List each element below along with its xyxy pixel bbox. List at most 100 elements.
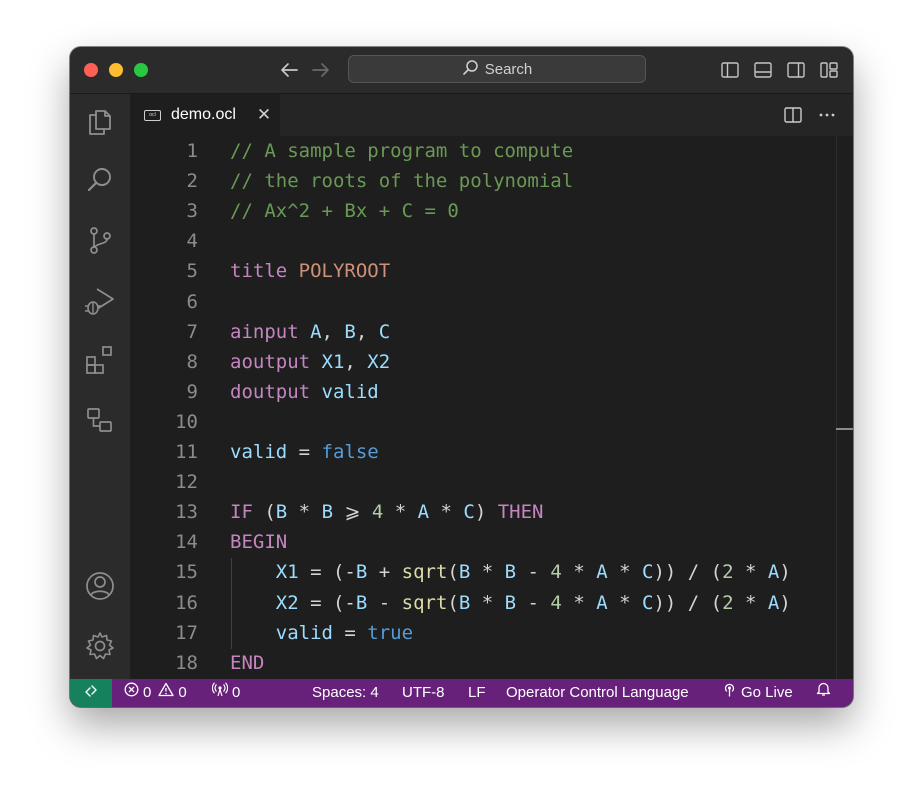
code-token: * <box>287 501 322 524</box>
warning-count: 0 <box>178 684 187 701</box>
code-token: X1 <box>275 561 299 584</box>
code-line[interactable]: 5 title POLYROOT <box>130 256 830 286</box>
close-window-button[interactable] <box>84 63 98 77</box>
extensions-icon[interactable] <box>84 344 116 376</box>
explorer-icon[interactable] <box>84 104 116 136</box>
code-line[interactable]: 12 <box>130 467 830 497</box>
code-line[interactable]: 15 X1 = (-B + sqrt(B * B - 4 * A * C)) /… <box>130 557 830 587</box>
scrollbar-thumb[interactable] <box>836 428 853 430</box>
code-token: END <box>230 651 265 674</box>
title-bar: Search <box>70 47 853 94</box>
line-number: 11 <box>175 441 198 463</box>
code-line[interactable]: 4 <box>130 226 830 256</box>
status-bar: 0 0 0 Spaces: 4 UTF-8 LF Operator Contro… <box>70 679 853 707</box>
remote-explorer-icon[interactable] <box>84 404 116 436</box>
gear-icon[interactable] <box>84 630 116 662</box>
line-text: doutput valid <box>230 377 379 407</box>
account-icon[interactable] <box>84 570 116 602</box>
line-number: 8 <box>186 350 198 373</box>
line-text: valid = true <box>230 618 413 648</box>
line-text: IF (B * B ⩾ 4 * A * C) THEN <box>230 497 544 527</box>
toggle-secondary-sidebar-icon[interactable] <box>786 60 806 80</box>
code-token: - <box>516 591 551 614</box>
vertical-scrollbar[interactable] <box>836 136 837 679</box>
search-label: Search <box>484 60 533 78</box>
language-mode-indicator[interactable]: Operator Control Language <box>506 679 689 707</box>
code-token: BEGIN <box>230 531 288 554</box>
code-line[interactable]: 2 // the roots of the polynomial <box>130 166 830 196</box>
toggle-panel-icon[interactable] <box>753 60 773 80</box>
tab-demo-ocl[interactable]: ocl demo.ocl ✕ <box>130 94 280 136</box>
line-number: 17 <box>175 621 198 644</box>
source-control-icon[interactable] <box>84 224 116 256</box>
more-icon[interactable] <box>817 105 837 130</box>
code-line[interactable]: 8 aoutput X1, X2 <box>130 347 830 377</box>
command-center-search[interactable]: Search <box>348 55 646 83</box>
code-token: , <box>321 320 345 343</box>
forward-arrow-icon[interactable] <box>310 60 332 80</box>
code-line[interactable]: 1 // A sample program to compute <box>130 136 830 166</box>
back-arrow-icon[interactable] <box>278 60 300 80</box>
error-count: 0 <box>143 684 152 701</box>
indentation-indicator[interactable]: Spaces: 4 <box>312 679 379 707</box>
line-number: 2 <box>186 170 198 193</box>
code-token: ( <box>264 501 276 524</box>
code-token: 2 <box>722 561 734 584</box>
line-number: 4 <box>186 230 198 253</box>
line-text: aoutput X1, X2 <box>230 347 390 377</box>
code-token: ainput <box>230 320 311 343</box>
line-number: 12 <box>175 471 198 494</box>
code-editor[interactable]: 1 // A sample program to compute 2 // the r… <box>130 136 853 679</box>
code-token: ) <box>779 591 791 614</box>
eol-indicator[interactable]: LF <box>468 679 486 707</box>
code-line[interactable]: 16 X2 = (-B - sqrt(B * B - 4 * A * C)) /… <box>130 588 830 618</box>
code-token: C <box>463 501 475 524</box>
code-token: = <box>287 441 322 463</box>
code-line[interactable]: 18 END <box>130 648 830 678</box>
code-line[interactable]: 17 valid = true <box>130 618 830 648</box>
notifications-button[interactable] <box>816 679 831 707</box>
code-line[interactable]: 13 IF (B * B ⩾ 4 * A * C) THEN <box>130 497 830 527</box>
code-line[interactable]: 11 valid = false <box>130 437 830 467</box>
line-text: // the roots of the polynomial <box>230 166 573 196</box>
code-token: B <box>355 591 368 614</box>
code-token: // the roots of the polynomial <box>230 170 574 193</box>
code-token: + <box>367 561 402 584</box>
toggle-primary-sidebar-icon[interactable] <box>720 60 740 80</box>
activity-bar <box>70 94 130 679</box>
code-token: = (- <box>298 591 356 614</box>
line-number: 18 <box>175 651 198 674</box>
zoom-window-button[interactable] <box>134 63 148 77</box>
line-number: 1 <box>186 140 198 162</box>
code-token: )) / ( <box>653 561 723 584</box>
customize-layout-icon[interactable] <box>819 60 839 80</box>
code-line[interactable]: 6 <box>130 287 830 317</box>
code-line[interactable]: 9 doutput valid <box>130 377 830 407</box>
minimize-window-button[interactable] <box>109 63 123 77</box>
code-line[interactable]: 7 ainput A, B, C <box>130 317 830 347</box>
code-token: * <box>561 591 597 614</box>
editor-tab-bar: ocl demo.ocl ✕ <box>130 94 853 136</box>
code-line[interactable]: 10 <box>130 407 830 437</box>
layout-controls <box>720 60 839 80</box>
code-token: sqrt <box>401 591 448 614</box>
code-token: // A sample program to compute <box>230 140 574 162</box>
ports-indicator[interactable]: 0 <box>211 679 240 707</box>
line-number: 9 <box>186 380 198 403</box>
line-text: END <box>230 648 264 678</box>
code-token: * <box>383 501 418 524</box>
go-live-button[interactable]: Go Live <box>722 679 793 707</box>
error-icon <box>124 679 139 707</box>
split-editor-icon[interactable] <box>783 105 803 130</box>
close-icon[interactable]: ✕ <box>255 106 273 124</box>
problems-indicator[interactable]: 0 0 <box>124 679 187 707</box>
code-token: B <box>355 561 368 584</box>
code-line[interactable]: 3 // Ax^2 + Bx + C = 0 <box>130 196 830 226</box>
search-icon[interactable] <box>84 164 116 196</box>
encoding-indicator[interactable]: UTF-8 <box>402 679 445 707</box>
code-line[interactable]: 14 BEGIN <box>130 527 830 557</box>
tab-filename: demo.ocl <box>171 106 236 123</box>
code-token: ( <box>447 561 459 584</box>
run-debug-icon[interactable] <box>84 284 116 316</box>
remote-indicator[interactable] <box>70 679 112 707</box>
